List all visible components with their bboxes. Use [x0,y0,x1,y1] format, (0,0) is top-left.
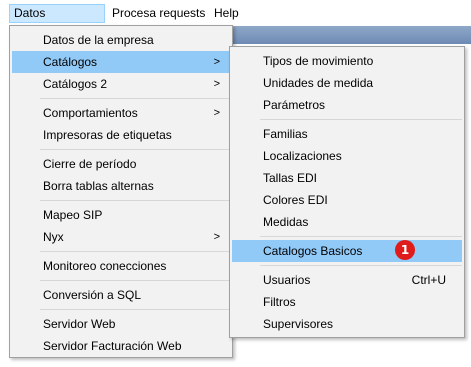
menu-item-label: Localizaciones [263,149,342,163]
menu-item-label: Nyx [43,230,64,244]
menu-item-label: Catálogos 2 [43,77,108,91]
menu-item-label: Mapeo SIP [43,208,103,222]
menu-separator [40,98,230,99]
menu-item-label: Datos de la empresa [43,33,154,47]
menu-separator [40,280,230,281]
menu-item-label: Monitoreo conecciones [43,259,167,273]
menu-bar: Datos generales Procesa requests Help [0,0,471,37]
menu-datos-generales[interactable]: Datos generales [9,4,105,37]
menu-item-label: Impresoras de etiquetas [43,128,172,142]
chevron-right-icon: > [213,78,220,90]
menu-item-label: Parámetros [263,98,326,112]
menu-item-label: Supervisores [263,317,334,331]
menu-item-filtros[interactable]: Filtros [232,291,462,313]
chevron-right-icon: > [213,107,220,119]
menu-item-datos-empresa[interactable]: Datos de la empresa [12,29,230,51]
menu-item-monitoreo-conecciones[interactable]: Monitoreo conecciones [12,255,230,277]
menu-item-label: Conversión a SQL [43,288,142,302]
menu-separator [40,251,230,252]
menu-item-familias[interactable]: Familias [232,123,462,145]
menu-item-catalogos-basicos[interactable]: Catalogos Basicos [232,240,462,262]
menu-item-conversion-sql[interactable]: Conversión a SQL [12,284,230,306]
menu-item-label: Unidades de medida [263,76,374,90]
menu-item-label: Tallas EDI [263,171,318,185]
menu-item-label: Usuarios [263,273,311,287]
menu-item-parametros[interactable]: Parámetros [232,94,462,116]
menu-item-unidades-medida[interactable]: Unidades de medida [232,72,462,94]
menu-item-borra-tablas[interactable]: Borra tablas alternas [12,175,230,197]
menu-item-supervisores[interactable]: Supervisores [232,313,462,335]
shortcut-label: Ctrl+U [411,273,446,287]
datos-generales-menu: Datos de la empresa Catálogos > Catálogo… [9,25,233,358]
menu-help[interactable]: Help [210,4,243,23]
menu-item-mapeo-sip[interactable]: Mapeo SIP [12,204,230,226]
menu-item-label: Filtros [263,295,296,309]
menu-item-medidas[interactable]: Medidas [232,211,462,233]
menu-item-label: Colores EDI [263,193,328,207]
menu-item-label: Comportamientos [43,106,138,120]
catalogos-submenu: Tipos de movimiento Unidades de medida P… [229,46,465,338]
menu-item-comportamientos[interactable]: Comportamientos > [12,102,230,124]
menu-item-catalogos[interactable]: Catálogos > [12,51,230,73]
menu-separator [40,149,230,150]
menu-item-label: Catalogos Basicos [263,244,363,258]
menu-item-servidor-web[interactable]: Servidor Web [12,313,230,335]
menu-separator [40,309,230,310]
menu-item-label: Servidor Web [43,317,116,331]
menu-item-label: Catálogos [43,55,98,69]
menu-item-localizaciones[interactable]: Localizaciones [232,145,462,167]
menu-procesa-requests[interactable]: Procesa requests [108,4,209,23]
menu-item-nyx[interactable]: Nyx > [12,226,230,248]
menu-item-label: Tipos de movimiento [263,54,374,68]
menu-item-impresoras-etiquetas[interactable]: Impresoras de etiquetas [12,124,230,146]
menu-item-usuarios[interactable]: Usuarios Ctrl+U [232,269,462,291]
menu-separator [40,200,230,201]
chevron-right-icon: > [213,231,220,243]
menu-item-catalogos-2[interactable]: Catálogos 2 > [12,73,230,95]
menu-separator [260,236,462,237]
menu-item-tipos-movimiento[interactable]: Tipos de movimiento [232,50,462,72]
menu-item-tallas-edi[interactable]: Tallas EDI [232,167,462,189]
step-badge: 1 [395,240,415,260]
menu-item-servidor-facturacion-web[interactable]: Servidor Facturación Web [12,335,230,357]
menu-item-label: Medidas [263,215,309,229]
chevron-right-icon: > [213,56,220,68]
menu-item-colores-edi[interactable]: Colores EDI [232,189,462,211]
menu-item-label: Cierre de período [43,157,137,171]
menu-separator [260,265,462,266]
menu-item-label: Familias [263,127,308,141]
menu-item-label: Borra tablas alternas [43,179,154,193]
window-title-strip [229,26,471,44]
menu-item-cierre-periodo[interactable]: Cierre de período [12,153,230,175]
menu-separator [260,119,462,120]
menu-item-label: Servidor Facturación Web [43,339,182,353]
